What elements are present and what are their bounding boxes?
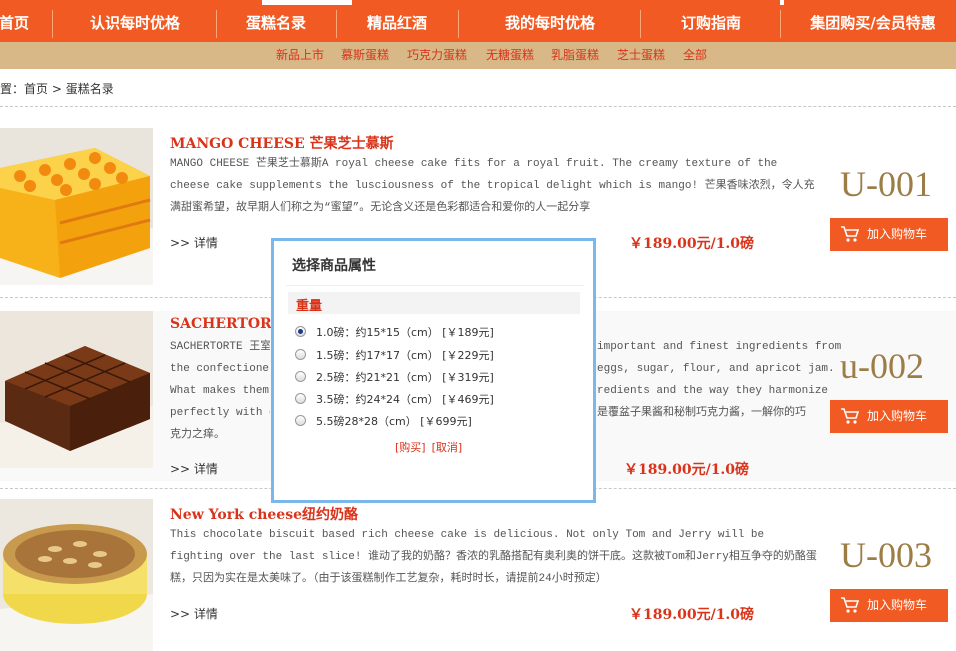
product-detail-link[interactable]: >> 详情 <box>170 234 218 251</box>
add-to-cart-button[interactable]: 加入购物车 <box>830 218 948 251</box>
add-to-cart-button[interactable]: 加入购物车 <box>830 400 948 433</box>
product-price: ￥189.00元/1.0磅 <box>629 607 755 623</box>
cart-icon <box>841 597 860 613</box>
cart-icon <box>841 226 860 242</box>
product-detail-link[interactable]: >> 详情 <box>170 605 218 622</box>
add-to-cart-button[interactable]: 加入购物车 <box>830 589 948 622</box>
product-description-left: SACHERTORTE 王室沙 the confectioner\ What m… <box>170 341 270 441</box>
product-description-right: important and finest ingredients from eg… <box>597 341 842 419</box>
subnav-new[interactable]: 新品上市 <box>276 42 324 69</box>
product-attribute-dialog: 选择商品属性 重量 1.0磅：约15*15（cm） [￥189元] 1.5磅：约… <box>271 238 596 503</box>
dialog-divider <box>286 285 584 286</box>
radio-button[interactable] <box>295 326 306 337</box>
nav-item-wine[interactable]: 精品红酒 <box>346 5 448 42</box>
product-price: ￥189.00元/1.0磅 <box>624 462 750 478</box>
breadcrumb-current: 蛋糕名录 <box>65 82 114 96</box>
weight-option-label: 1.0磅：约15*15（cm） [￥189元] <box>316 326 494 339</box>
subnav-mousse[interactable]: 慕斯蛋糕 <box>341 42 389 69</box>
weight-option-label: 3.5磅：约24*24（cm） [￥469元] <box>316 393 494 406</box>
dialog-title: 选择商品属性 <box>292 258 376 274</box>
main-nav: 首页 认识每时优格 蛋糕名录 精品红酒 我的每时优格 订购指南 集团购买/会员特… <box>0 5 956 42</box>
cart-icon <box>841 408 860 424</box>
dialog-actions: [购买] [取消] <box>395 439 468 455</box>
nav-item-group-buy[interactable]: 集团购买/会员特惠 <box>790 5 956 42</box>
product-image-mango-cheese[interactable] <box>0 128 153 285</box>
product-title[interactable]: New York cheese纽约奶酪 <box>170 504 358 524</box>
add-to-cart-label: 加入购物车 <box>867 227 928 241</box>
product-image-new-york-cheese[interactable] <box>0 499 153 651</box>
nav-item-my-account[interactable]: 我的每时优格 <box>468 5 632 42</box>
product-detail-link[interactable]: >> 详情 <box>170 460 218 477</box>
product-description: MANGO CHEESE 芒果芝士慕斯A royal cheese cake f… <box>170 158 815 214</box>
product-title[interactable]: MANGO CHEESE 芒果芝士慕斯 <box>170 133 394 153</box>
weight-option-label: 2.5磅：约21*21（cm） [￥319元] <box>316 371 494 384</box>
weight-option-label: 5.5磅28*28（cm） [￥699元] <box>316 415 472 428</box>
nav-item-about[interactable]: 认识每时优格 <box>62 5 208 42</box>
product-description: This chocolate biscuit based rich cheese… <box>170 529 817 585</box>
radio-button[interactable] <box>295 349 306 360</box>
divider <box>0 106 956 107</box>
radio-button[interactable] <box>295 371 306 382</box>
subnav-all[interactable]: 全部 <box>683 42 707 69</box>
subnav-chocolate[interactable]: 巧克力蛋糕 <box>407 42 467 69</box>
radio-button[interactable] <box>295 393 306 404</box>
weight-option-label: 1.5磅：约17*17（cm） [￥229元] <box>316 349 494 362</box>
product-code: U-001 <box>840 164 932 204</box>
breadcrumb-separator: > <box>51 82 62 96</box>
weight-group-label: 重量 <box>296 299 323 314</box>
add-to-cart-label: 加入购物车 <box>867 598 928 612</box>
add-to-cart-label: 加入购物车 <box>867 409 928 423</box>
nav-item-cake-catalog[interactable]: 蛋糕名录 <box>226 5 326 42</box>
nav-item-order-guide[interactable]: 订购指南 <box>650 5 772 42</box>
breadcrumb-home[interactable]: 首页 <box>24 82 48 96</box>
buy-button[interactable]: [购买] <box>395 441 426 454</box>
subnav-sugar-free[interactable]: 无糖蛋糕 <box>486 42 534 69</box>
product-image-sachertorte[interactable] <box>0 311 153 468</box>
weight-group-header: 重量 <box>288 292 580 314</box>
category-subnav: 新品上市 慕斯蛋糕 巧克力蛋糕 无糖蛋糕 乳脂蛋糕 芝士蛋糕 全部 <box>0 42 956 69</box>
cancel-button[interactable]: [取消] <box>432 441 463 454</box>
product-code: u-002 <box>840 346 924 386</box>
product-code: U-003 <box>840 535 932 575</box>
breadcrumb-prefix: 位置： <box>0 82 25 96</box>
subnav-cheese[interactable]: 芝士蛋糕 <box>617 42 665 69</box>
radio-button[interactable] <box>295 415 306 426</box>
subnav-cream[interactable]: 乳脂蛋糕 <box>551 42 599 69</box>
product-price: ￥189.00元/1.0磅 <box>629 236 755 252</box>
nav-item-home[interactable]: 首页 <box>0 5 36 42</box>
breadcrumb: 位置：首页 > 蛋糕名录 <box>0 80 114 97</box>
